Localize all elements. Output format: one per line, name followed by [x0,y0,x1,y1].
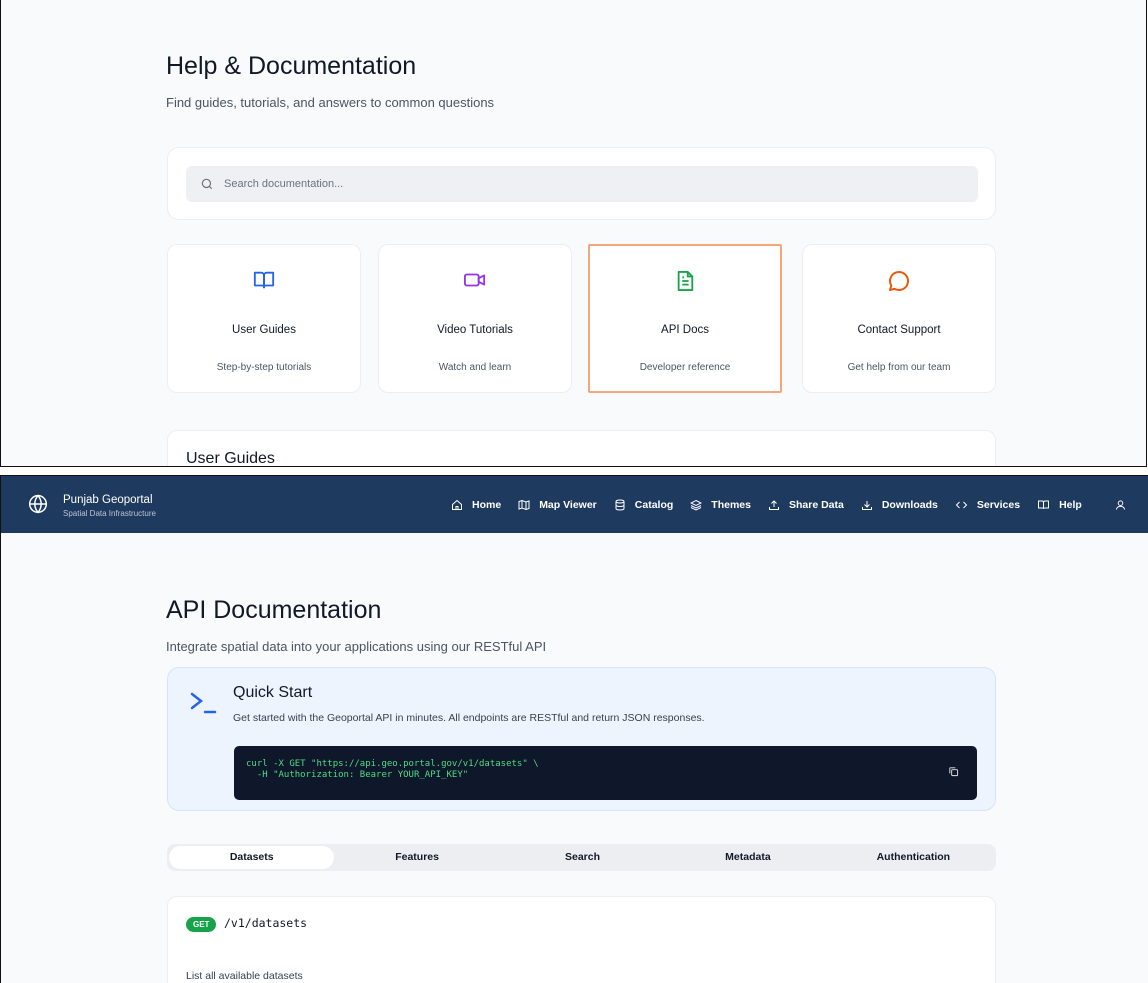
card-title: API Docs [661,324,709,336]
search-icon [201,178,213,190]
card-title: Video Tutorials [437,324,513,336]
card-desc: Watch and learn [438,362,512,373]
nav-label: Map Viewer [539,498,597,511]
nav-label: Help [1059,498,1082,511]
database-icon [615,499,625,511]
globe-icon [28,494,48,514]
card-user-guides[interactable]: User Guides Step-by-step tutorials [167,244,361,393]
book-open-icon [253,271,275,289]
nav-label: Home [472,498,502,511]
file-text-icon [677,270,694,291]
quick-start-card: Quick Start Get started with the Geoport… [167,667,996,811]
nav-label: Services [976,498,1021,511]
terminal-icon [190,692,217,714]
endpoint-desc: List all available datasets [186,970,303,982]
api-page-panel: Punjab Geoportal Spatial Data Infrastruc… [0,475,1148,983]
book-open-icon [1038,500,1050,509]
endpoint-path: /v1/datasets [224,916,308,930]
card-desc: Developer reference [639,362,731,373]
tab-metadata[interactable]: Metadata [665,846,830,869]
nav-label: Downloads [881,498,938,511]
quick-start-desc: Get started with the Geoportal API in mi… [233,712,705,724]
card-api-docs[interactable]: API Docs Developer reference [588,244,782,393]
layers-icon [690,499,703,511]
upload-icon [768,499,779,510]
page-title: Help & Documentation [166,52,417,80]
nav-label: Catalog [634,498,674,511]
nav-menu: Home Map Viewer Catalog Themes Share Dat… [451,476,1099,533]
user-icon[interactable] [1115,499,1126,511]
nav-downloads[interactable]: Downloads [861,499,938,511]
quick-start-title: Quick Start [233,684,313,701]
home-icon [452,499,462,510]
card-title: User Guides [232,324,296,336]
search-input[interactable] [224,166,924,202]
nav-catalog[interactable]: Catalog [614,498,674,511]
tab-search[interactable]: Search [500,846,665,869]
page-title: API Documentation [166,596,382,624]
user-guides-section: User Guides [167,430,996,467]
nav-help[interactable]: Help [1037,499,1082,511]
tab-authentication[interactable]: Authentication [831,846,996,869]
card-desc: Step-by-step tutorials [216,362,312,373]
code-block: curl -X GET "https://api.geo.portal.gov/… [234,746,977,800]
api-tabs: Datasets Features Search Metadata Authen… [167,844,996,871]
brand-subtitle: Spatial Data Infrastructure [63,509,156,518]
tab-datasets[interactable]: Datasets [169,846,335,869]
nav-themes[interactable]: Themes [690,499,751,511]
video-icon [463,273,486,287]
code-icon [955,501,968,508]
map-icon [518,499,530,510]
message-circle-icon [889,271,909,291]
copy-icon[interactable] [948,766,959,777]
code-line: -H "Authorization: Bearer YOUR_API_KEY" [246,770,469,780]
page-subtitle: Integrate spatial data into your applica… [166,639,547,654]
code-line: curl -X GET "https://api.geo.portal.gov/… [246,759,539,769]
help-page-panel: Help & Documentation Find guides, tutori… [0,0,1147,467]
nav-home[interactable]: Home [451,499,501,511]
card-video-tutorials[interactable]: Video Tutorials Watch and learn [378,244,572,393]
nav-map-viewer[interactable]: Map Viewer [518,499,597,511]
nav-share-data[interactable]: Share Data [768,499,844,511]
card-contact-support[interactable]: Contact Support Get help from our team [802,244,996,393]
nav-services[interactable]: Services [955,499,1020,511]
download-icon [861,500,872,510]
card-title: Contact Support [857,324,941,336]
brand-title[interactable]: Punjab Geoportal [63,494,153,506]
section-title: User Guides [186,450,275,467]
endpoint-card: GET /v1/datasets List all available data… [167,896,996,983]
method-badge: GET [186,917,217,932]
top-navbar: Punjab Geoportal Spatial Data Infrastruc… [1,476,1148,533]
search-box[interactable] [186,166,978,202]
card-desc: Get help from our team [847,362,951,373]
nav-label: Themes [711,498,751,511]
nav-label: Share Data [788,498,844,511]
search-card [167,147,996,220]
page-subtitle: Find guides, tutorials, and answers to c… [166,95,495,110]
tab-features[interactable]: Features [334,846,499,869]
